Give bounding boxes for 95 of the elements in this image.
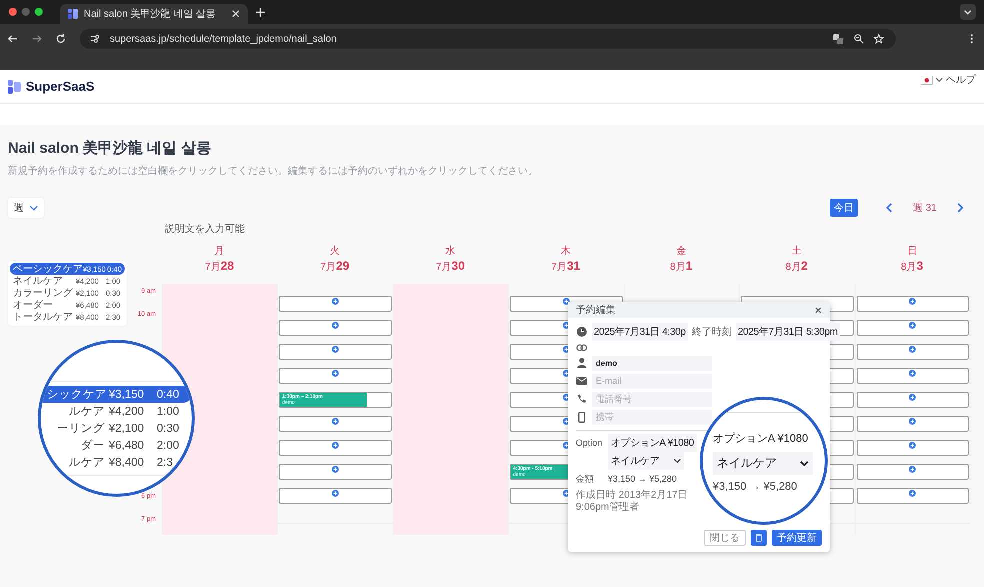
repeat-icon[interactable] [576, 344, 588, 352]
dialog-title: 予約編集 [576, 304, 616, 317]
reload-icon[interactable] [56, 34, 66, 44]
add-icon[interactable] [332, 466, 340, 473]
amount-text: ¥3,150 → ¥5,280 [713, 481, 798, 493]
translate-icon[interactable] [833, 34, 844, 44]
back-icon[interactable] [8, 34, 18, 44]
add-icon[interactable] [909, 394, 916, 401]
description-text: 説明文を入力可能 [165, 223, 246, 236]
browser-tab[interactable]: Nail salon 美甲沙龍 네일 살롱 [60, 4, 248, 24]
menu-icon[interactable] [970, 34, 974, 44]
date-label: 7月 31 [552, 259, 580, 274]
time-label: 10 am [138, 310, 156, 318]
chevron-down-icon[interactable] [936, 78, 943, 82]
date-label: 7月 30 [436, 259, 466, 274]
weekday-label: 土 [792, 244, 802, 258]
today-button[interactable]: 今日 [830, 199, 858, 217]
address-bar[interactable]: supersaas.jp/schedule/template_jpdemo/nail_salon [80, 29, 896, 49]
service-item: ーリング ¥2,100 0:30 [56, 422, 180, 437]
option-select[interactable]: ネイルケア [608, 452, 684, 470]
weekday-label: 火 [330, 244, 340, 258]
add-icon[interactable] [332, 418, 340, 425]
date-label: 7月28 [205, 259, 234, 274]
page-title: Nail salon 美甲沙龍 네일 살롱 [8, 139, 212, 159]
email-field[interactable]: E-mail [592, 374, 712, 388]
service-item: ルケア ¥4,200 1:00 [68, 404, 180, 420]
service-item: ルケア ¥8,400 2:3 [68, 456, 174, 471]
japan-flag-icon[interactable] [921, 76, 933, 84]
logo-icon [8, 80, 22, 94]
delete-button[interactable] [751, 530, 767, 546]
phone-icon [576, 394, 588, 404]
mobile-field[interactable]: 携帯 [592, 410, 712, 424]
start-time-field[interactable]: 2025年7月31日 4:30p [592, 323, 688, 341]
created-text: 作成日時 2013年2月17日 9:06pm管理者 [576, 490, 689, 514]
zoom-icon[interactable] [854, 34, 864, 44]
week-label: 週 31 [913, 202, 937, 215]
time-label: 7 pm [142, 516, 156, 524]
favicon-icon [68, 9, 78, 19]
time-label: 6 pm [142, 493, 156, 500]
add-icon[interactable] [909, 322, 916, 329]
chevron-down-icon[interactable] [960, 4, 976, 20]
service-item: ダー ¥6,480 2:00 [80, 438, 180, 454]
phone-field[interactable]: 電話番号 [592, 392, 712, 406]
weekday-label: 日 [907, 245, 918, 258]
instructions-text: 新規予約を作成するためには空白欄をクリックしてください。編集するには予約のいずれかをクリックしてください。 [8, 165, 539, 178]
add-icon[interactable] [909, 298, 916, 305]
add-icon[interactable] [909, 466, 916, 473]
new-tab-icon[interactable] [256, 8, 266, 16]
weekday-label: 月 [214, 245, 225, 258]
trash-icon [756, 534, 762, 542]
star-icon[interactable] [874, 34, 884, 44]
add-icon[interactable] [332, 346, 340, 353]
next-icon[interactable] [957, 203, 964, 213]
update-button[interactable]: 予約更新 [772, 530, 822, 546]
add-icon[interactable] [332, 490, 340, 497]
view-select[interactable]: 週 [8, 198, 44, 218]
add-icon[interactable] [909, 370, 916, 377]
date-label: 7月 29 [320, 259, 350, 274]
amount-text: ¥3,150 → ¥5,280 [608, 474, 678, 484]
weekday-label: 金 [676, 245, 686, 258]
option-label: Option [576, 438, 604, 448]
chevron-down-icon [30, 206, 38, 210]
option-field: オプションA ¥1080 [713, 431, 819, 446]
option-field[interactable]: オプションA ¥1080 [608, 434, 698, 452]
add-icon[interactable] [909, 346, 916, 353]
chevron-down-icon [800, 460, 809, 466]
weekday-label: 水 [446, 244, 456, 258]
clock-icon [576, 327, 588, 337]
date-label: 8月2 [786, 259, 808, 274]
end-time-field[interactable]: 2025年7月31日 5:30pm [736, 323, 840, 341]
close-button[interactable]: 閉じる [704, 530, 746, 546]
forward-icon[interactable] [32, 34, 42, 44]
add-icon[interactable] [909, 490, 916, 497]
add-icon[interactable] [332, 370, 340, 377]
date-label: 8月 1 [670, 259, 693, 274]
end-time-label: 終了時刻 [692, 326, 732, 339]
name-field[interactable]: demo [592, 356, 712, 370]
logo-text[interactable]: SuperSaaS [26, 79, 95, 94]
add-icon[interactable] [332, 322, 340, 329]
site-settings-icon[interactable] [90, 34, 100, 44]
weekday-label: 木 [560, 244, 571, 258]
help-link[interactable]: ヘルプ [946, 73, 976, 87]
add-icon[interactable] [909, 418, 916, 425]
add-icon[interactable] [332, 298, 340, 305]
mobile-phone-icon [576, 412, 588, 422]
add-icon[interactable] [332, 442, 340, 449]
mail-icon [576, 377, 588, 385]
close-icon[interactable] [815, 306, 822, 314]
date-label: 8月 3 [901, 259, 924, 274]
service-item: シックケア ¥3,150 0:40 [41, 386, 192, 403]
time-label: 9 am [142, 288, 156, 295]
previous-icon[interactable] [886, 203, 894, 213]
add-icon[interactable] [909, 442, 916, 449]
person-icon [576, 358, 588, 368]
chevron-down-icon [674, 458, 681, 464]
